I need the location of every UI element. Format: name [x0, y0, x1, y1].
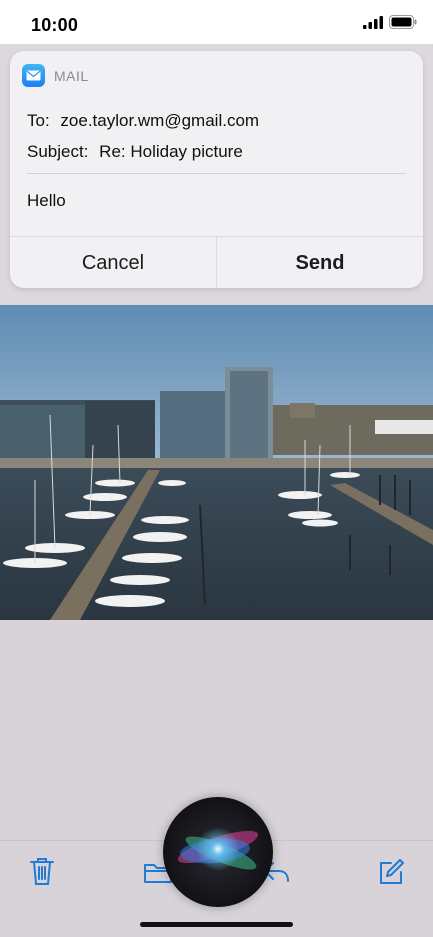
siri-waveform-icon: [177, 827, 259, 871]
mail-app-icon: [22, 64, 45, 87]
to-field[interactable]: To: zoe.taylor.wm@gmail.com: [27, 111, 259, 131]
status-time: 10:00: [31, 15, 79, 35]
home-indicator[interactable]: [140, 922, 293, 927]
divider: [27, 173, 406, 174]
send-button[interactable]: Send: [217, 237, 423, 288]
harbor-photo-image: [0, 305, 433, 620]
status-icons: [363, 15, 417, 29]
to-value: zoe.taylor.wm@gmail.com: [60, 111, 260, 130]
compose-icon[interactable]: [377, 858, 405, 886]
app-name: MAIL: [54, 67, 89, 84]
message-body[interactable]: Hello: [27, 191, 66, 211]
card-actions: Cancel Send: [10, 236, 423, 288]
card-header: MAIL: [22, 64, 89, 87]
trash-icon[interactable]: [29, 856, 55, 886]
mail-compose-card: MAIL To: zoe.taylor.wm@gmail.com Subject…: [10, 51, 423, 288]
battery-icon: [389, 15, 417, 29]
subject-value: Re: Holiday picture: [99, 142, 243, 161]
to-label: To:: [27, 111, 50, 130]
phone-screen: 10:00 MAIL To: zoe.taylor.wm@gmail.com S…: [0, 0, 433, 937]
signal-icon: [363, 15, 383, 29]
subject-field[interactable]: Subject: Re: Holiday picture: [27, 142, 243, 162]
cancel-button[interactable]: Cancel: [10, 237, 216, 288]
attached-photo[interactable]: [0, 305, 433, 620]
siri-orb[interactable]: [163, 797, 273, 907]
subject-label: Subject:: [27, 142, 89, 161]
